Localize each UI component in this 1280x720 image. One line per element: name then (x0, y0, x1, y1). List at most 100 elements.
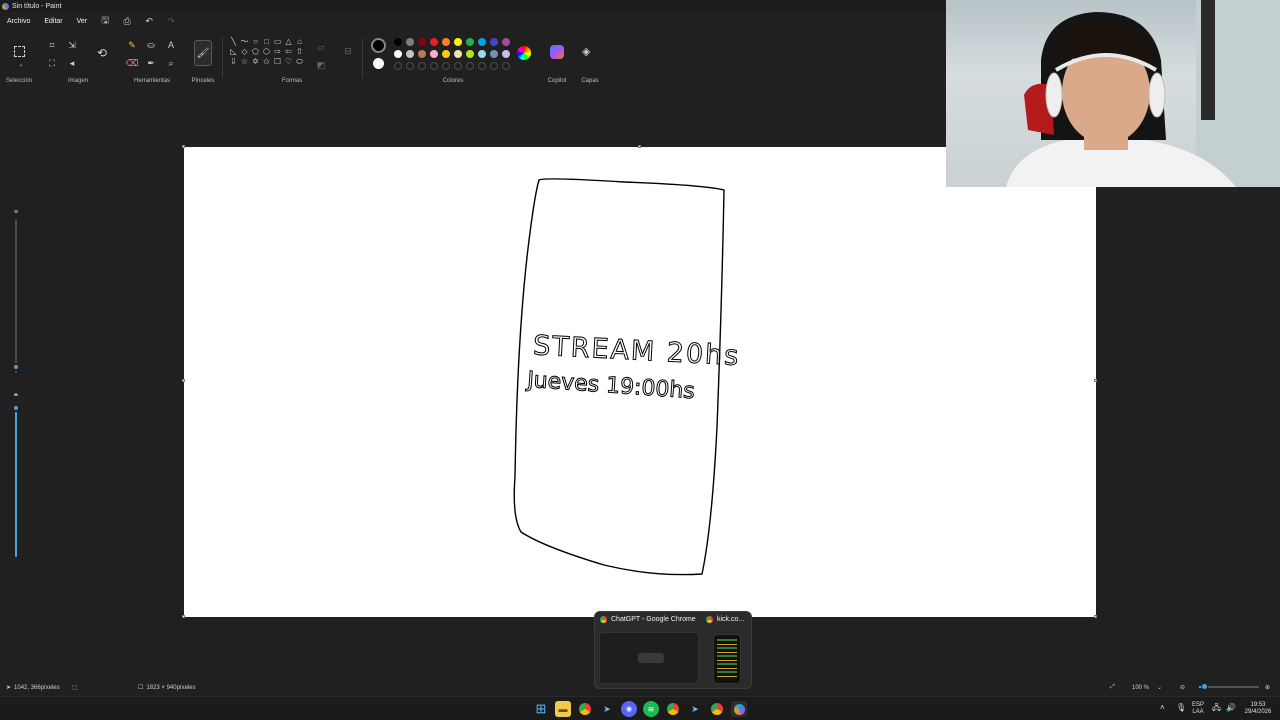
shape-option-icon[interactable]: ✩ (261, 57, 272, 67)
tray-chevron-icon[interactable]: ˄ (1160, 704, 1165, 712)
resize-handle-top-left[interactable] (182, 145, 185, 148)
resize-handle-left[interactable] (182, 379, 185, 382)
preview-title-chatgpt: ChatGPT - Google Chrome (600, 616, 696, 623)
shape-option-icon[interactable]: ○ (250, 37, 261, 47)
resize-handle-right[interactable] (1094, 379, 1097, 382)
shape-option-icon[interactable]: ⇨ (272, 47, 283, 57)
chevron-down-icon: ⌄ (1157, 685, 1163, 691)
preview-thumbnail-kick[interactable] (713, 634, 741, 684)
shape-option-icon[interactable]: ⬡ (261, 47, 272, 57)
resize-handle-top[interactable] (638, 145, 641, 148)
colors-group-label: Colores (442, 78, 464, 84)
edit-colors-icon[interactable] (517, 46, 531, 60)
resize-handle-bottom-left[interactable] (182, 615, 185, 618)
layers-group: Capas (573, 34, 607, 86)
telegram-icon[interactable]: ➤ (599, 701, 615, 717)
size-icon: ≡ (13, 208, 19, 216)
cursor-position-text: 1042, 366píxeles (14, 684, 60, 691)
fit-to-window-icon[interactable]: ⤢ (1110, 684, 1115, 691)
microphone-icon[interactable]: 🎙 (1176, 704, 1186, 712)
menu-view[interactable]: Ver (70, 18, 95, 25)
zoom-in-icon[interactable]: ⊕ (1265, 684, 1270, 691)
tools-group: ✎ ⛀ A ⌫ ✒ ⌕ Herramientas (122, 34, 182, 86)
crop-icon[interactable]: ⌗ (45, 38, 59, 52)
shape-option-icon[interactable]: 〜 (239, 37, 250, 47)
shapes-gallery[interactable]: ╲ 〜 ○ □ ▭ △ ⌂ ◺ ◇ ⬠ ⬡ ⇨ ⇦ ⇧ ⇩ ☆ ✡ ✩ ☐ ♡ ⬭ (228, 37, 306, 67)
flip-icon[interactable]: ◂ (65, 56, 79, 70)
network-icon[interactable]: 🖧 (1212, 704, 1221, 712)
shape-option-icon[interactable]: ◺ (228, 47, 239, 57)
preview-thumbnail-chatgpt[interactable] (599, 632, 699, 684)
chevron-down-icon[interactable]: ⌄ (14, 57, 28, 71)
image-group-label: Imagen (67, 78, 88, 84)
copilot-group: Copilot (540, 34, 574, 86)
share-icon[interactable]: ⎙ (116, 16, 138, 27)
shape-option-icon[interactable]: ☆ (239, 57, 250, 67)
shape-option-icon[interactable]: ⇧ (294, 47, 305, 57)
save-icon[interactable]: 🖫 (94, 13, 116, 29)
divider (362, 38, 363, 78)
shape-option-icon[interactable]: △ (283, 37, 294, 47)
discord-icon[interactable]: ◉ (621, 701, 637, 717)
shape-option-icon[interactable]: ⌂ (294, 37, 305, 47)
selection-group: ⌄ Selección (2, 34, 36, 86)
zoom-out-icon[interactable]: ⊖ (1180, 684, 1185, 691)
zoom-dropdown[interactable]: 100 % ⌄ (1132, 684, 1163, 692)
language-indicator[interactable]: ESP LAA (1192, 702, 1204, 716)
shape-option-icon[interactable]: ⬠ (250, 47, 261, 57)
resize-icon[interactable]: ⇲ (65, 38, 79, 52)
telegram-icon-2[interactable]: ➤ (687, 701, 703, 717)
fill-bucket-icon[interactable]: ⛀ (144, 38, 158, 52)
shape-option-icon[interactable]: ⇦ (283, 47, 294, 57)
shape-option-icon[interactable]: ✡ (250, 57, 261, 67)
volume-icon[interactable]: 🔊 (1226, 704, 1236, 712)
size-slider-knob[interactable] (12, 363, 20, 371)
drawing-canvas[interactable]: STREAM 20hs Jueves 19:00hs (184, 147, 1096, 617)
undo-icon[interactable]: ↶ (138, 16, 160, 27)
secondary-color-swatch[interactable] (373, 58, 384, 69)
redo-icon[interactable]: ↷ (160, 16, 182, 27)
select-rectangle-icon[interactable] (12, 44, 26, 58)
chrome-taskbar-icon[interactable] (577, 701, 593, 717)
eraser-icon[interactable]: ⌫ (125, 56, 139, 70)
menu-file[interactable]: Archivo (0, 18, 37, 25)
shape-option-icon[interactable]: ♡ (283, 57, 294, 67)
shape-option-icon[interactable]: ▭ (272, 37, 283, 47)
divider (222, 38, 223, 78)
selection-size-icon: ⬚ (72, 685, 78, 691)
image-rotate-icon[interactable]: ⟲ (95, 46, 109, 60)
primary-color-swatch[interactable] (371, 38, 386, 53)
shape-option-icon[interactable]: □ (261, 37, 272, 47)
shape-outline-icon[interactable]: ▱ (314, 40, 328, 54)
chrome-profile-icon[interactable] (665, 701, 681, 717)
paint-taskbar-icon[interactable] (731, 701, 747, 717)
shape-option-icon[interactable]: ◇ (239, 47, 250, 57)
zoom-slider-knob[interactable] (1201, 683, 1208, 690)
file-explorer-icon[interactable]: ▬ (555, 701, 571, 717)
webcam-image (1006, 0, 1280, 187)
zoom-slider-track[interactable] (1199, 686, 1259, 688)
text-tool-icon[interactable]: A (164, 38, 178, 52)
shape-option-icon[interactable]: ☐ (272, 57, 283, 67)
remove-background-icon[interactable]: ⛶ (45, 56, 59, 70)
preview-title-kick: kick.co... (706, 616, 744, 623)
resize-handle-bottom-right[interactable] (1094, 615, 1097, 618)
opacity-slider-track[interactable] (15, 407, 17, 557)
magnifier-icon[interactable]: ⌕ (164, 56, 178, 70)
chrome-active-icon[interactable] (709, 701, 725, 717)
size-slider-track[interactable] (15, 219, 17, 373)
shape-fill-icon[interactable]: ◩ (314, 58, 328, 72)
pencil-icon[interactable]: ✎ (125, 38, 139, 52)
spotify-icon[interactable]: ≋ (643, 701, 659, 717)
shape-size-icon[interactable]: ⊟ (341, 44, 355, 58)
opacity-slider-knob[interactable] (12, 404, 20, 412)
brush-icon[interactable]: 🖌 (194, 40, 212, 66)
color-picker-icon[interactable]: ✒ (144, 56, 158, 70)
menu-edit[interactable]: Editar (37, 18, 69, 25)
shape-option-icon[interactable]: ╲ (228, 37, 239, 47)
shape-option-icon[interactable]: ⬭ (294, 57, 305, 67)
start-icon[interactable]: ⊞ (533, 701, 549, 717)
layers-group-label: Capas (581, 78, 599, 84)
clock[interactable]: 19:53 29/4/2026 (1240, 702, 1276, 716)
shape-option-icon[interactable]: ⇩ (228, 57, 239, 67)
